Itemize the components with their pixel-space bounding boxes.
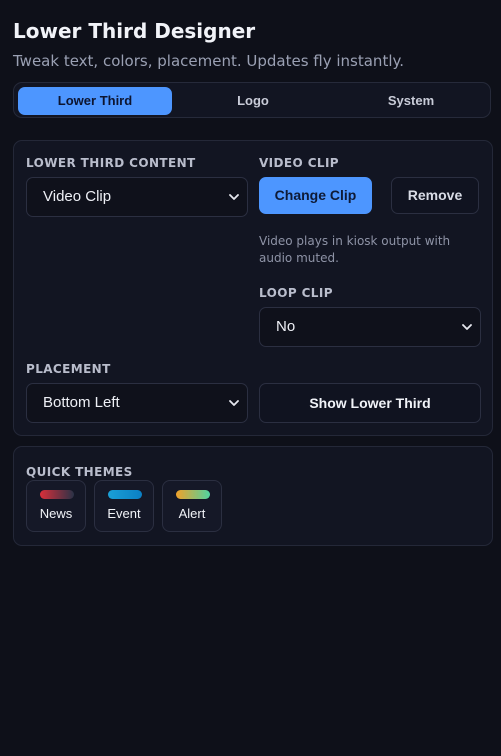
theme-alert-label: Alert bbox=[178, 506, 206, 521]
event-swatch bbox=[108, 490, 142, 499]
video-clip-section-label: VIDEO CLIP bbox=[259, 156, 340, 170]
theme-event-button[interactable]: Event bbox=[94, 480, 154, 532]
change-clip-button[interactable]: Change Clip bbox=[259, 177, 372, 214]
video-clip-hint: Video plays in kiosk output with audio m… bbox=[259, 234, 451, 265]
show-lower-third-button[interactable]: Show Lower Third bbox=[259, 383, 481, 423]
placement-select[interactable]: Bottom Left bbox=[26, 383, 248, 423]
loop-clip-select[interactable]: No bbox=[259, 307, 481, 347]
tab-lower-third[interactable]: Lower Third bbox=[18, 87, 172, 115]
lower-third-settings-card: LOWER THIRD CONTENT Video Clip VIDEO CLI… bbox=[13, 140, 493, 436]
news-swatch bbox=[40, 490, 74, 499]
theme-news-label: News bbox=[39, 506, 73, 521]
quick-themes-card: QUICK THEMES News Event Alert bbox=[13, 446, 493, 546]
tab-logo[interactable]: Logo bbox=[176, 87, 330, 115]
designer-panel: Lower Third Designer Tweak text, colors,… bbox=[0, 0, 501, 756]
theme-news-button[interactable]: News bbox=[26, 480, 86, 532]
quick-themes-section-label: QUICK THEMES bbox=[26, 465, 133, 479]
remove-clip-button[interactable]: Remove bbox=[391, 177, 479, 214]
chevron-down-icon bbox=[229, 194, 239, 200]
theme-event-label: Event bbox=[107, 506, 141, 521]
tab-system[interactable]: System bbox=[334, 87, 488, 115]
page-title: Lower Third Designer bbox=[13, 19, 256, 43]
chevron-down-icon bbox=[229, 400, 239, 406]
content-select-value: Video Clip bbox=[43, 188, 112, 205]
tab-bar: Lower Third Logo System bbox=[13, 82, 491, 118]
chevron-down-icon bbox=[462, 324, 472, 330]
loop-clip-section-label: LOOP CLIP bbox=[259, 286, 333, 300]
loop-clip-select-value: No bbox=[276, 318, 296, 335]
content-select[interactable]: Video Clip bbox=[26, 177, 248, 217]
content-section-label: LOWER THIRD CONTENT bbox=[26, 156, 196, 170]
alert-swatch bbox=[176, 490, 210, 499]
placement-select-value: Bottom Left bbox=[43, 394, 120, 411]
theme-alert-button[interactable]: Alert bbox=[162, 480, 222, 532]
page-subtitle: Tweak text, colors, placement. Updates f… bbox=[13, 52, 404, 70]
placement-section-label: PLACEMENT bbox=[26, 362, 111, 376]
